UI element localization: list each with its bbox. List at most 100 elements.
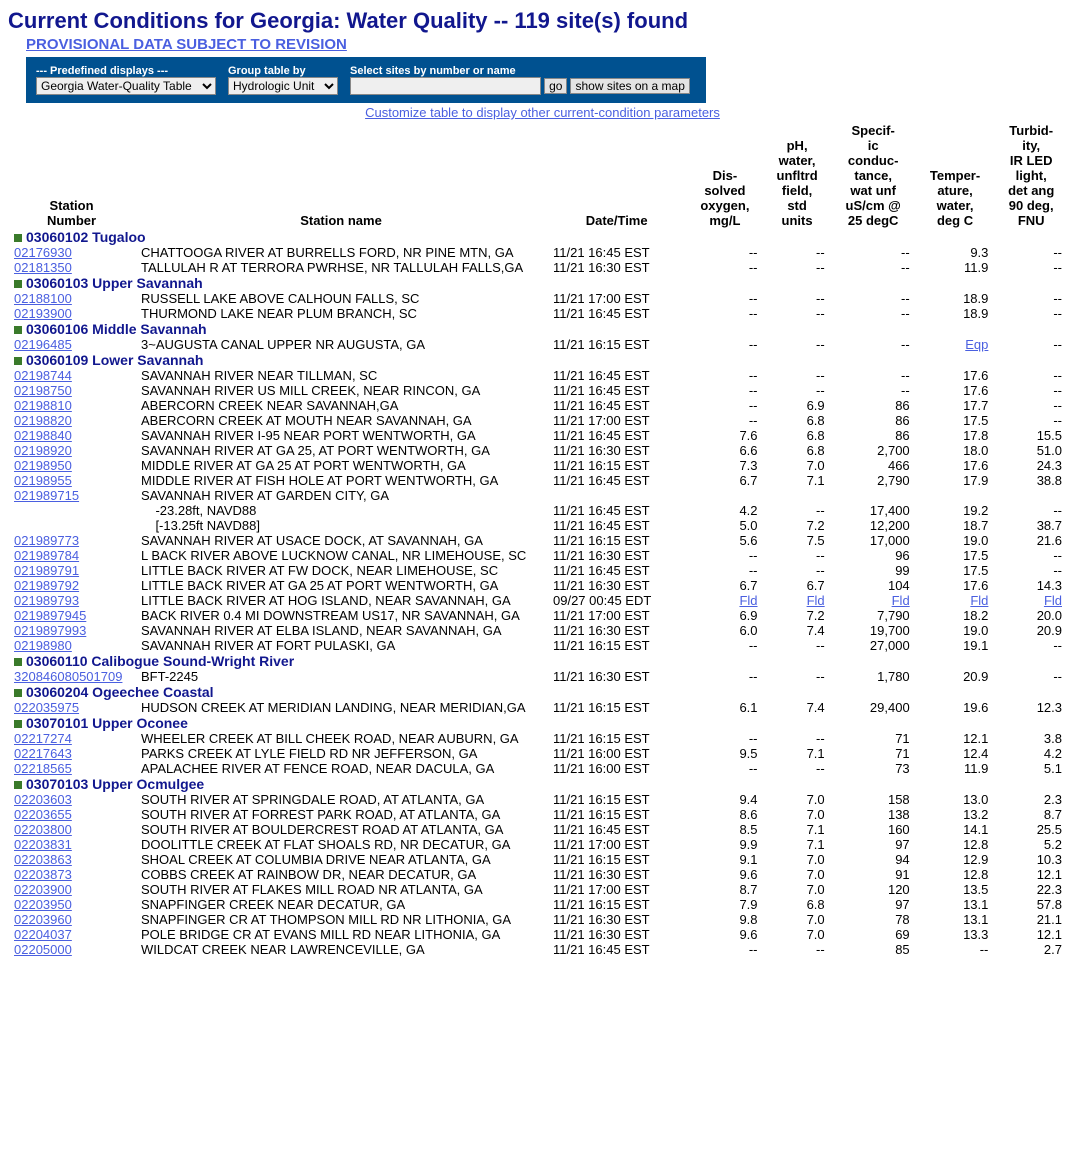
station-link[interactable]: 02217274 (14, 731, 72, 746)
station-name-cell: SAVANNAH RIVER AT USACE DOCK, AT SAVANNA… (135, 533, 547, 548)
station-link[interactable]: 02193900 (14, 306, 72, 321)
station-name-cell: POLE BRIDGE CR AT EVANS MILL RD NEAR LIT… (135, 927, 547, 942)
station-link[interactable]: 02203831 (14, 837, 72, 852)
predef-label: --- Predefined displays --- (36, 65, 168, 77)
value-cell: 7.3 (686, 458, 763, 473)
value-link[interactable]: Fld (892, 593, 910, 608)
value-cell: -- (994, 291, 1068, 306)
group-select[interactable]: Hydrologic Unit (228, 77, 338, 95)
station-link[interactable]: 02205000 (14, 942, 72, 957)
datetime-cell: 11/21 17:00 EST (547, 608, 686, 623)
value-cell: -- (764, 548, 831, 563)
sites-input[interactable] (350, 77, 541, 95)
station-link[interactable]: 02218565 (14, 761, 72, 776)
customize-link[interactable]: Customize table to display other current… (365, 105, 720, 120)
station-link[interactable]: 02188100 (14, 291, 72, 306)
station-link[interactable]: 02198810 (14, 398, 72, 413)
station-link[interactable]: 021989784 (14, 548, 79, 563)
value-link[interactable]: Eqp (965, 337, 988, 352)
station-number-cell: 021989791 (8, 563, 135, 578)
station-link[interactable]: 02203603 (14, 792, 72, 807)
station-link[interactable]: 02204037 (14, 927, 72, 942)
value-cell: -- (764, 260, 831, 275)
map-button[interactable] (570, 78, 689, 94)
station-number-cell: 021989793 (8, 593, 135, 608)
value-cell: -- (764, 368, 831, 383)
station-link[interactable]: 02198950 (14, 458, 72, 473)
station-link[interactable]: 021989715 (14, 488, 79, 503)
value-cell: 138 (831, 807, 916, 822)
value-cell: 18.7 (916, 518, 995, 533)
station-link[interactable]: 021989792 (14, 578, 79, 593)
station-link[interactable]: 02203800 (14, 822, 72, 837)
station-number-cell: 02176930 (8, 245, 135, 260)
value-link[interactable]: Fld (807, 593, 825, 608)
station-number-cell: 02198750 (8, 383, 135, 398)
value-cell: 12.3 (994, 700, 1068, 715)
station-name-cell: SOUTH RIVER AT BOULDERCREST ROAD AT ATLA… (135, 822, 547, 837)
station-link[interactable]: 02203950 (14, 897, 72, 912)
station-number-cell: 02203603 (8, 792, 135, 807)
station-link[interactable]: 02198955 (14, 473, 72, 488)
provisional-link[interactable]: PROVISIONAL DATA SUBJECT TO REVISION (26, 36, 347, 53)
table-row: 02203800 SOUTH RIVER AT BOULDERCREST ROAD… (8, 822, 1068, 837)
station-name-cell: SAVANNAH RIVER AT GARDEN CITY, GA (135, 488, 547, 503)
col-header: Temper- ature, water, deg C (916, 122, 995, 229)
station-link[interactable]: 02198744 (14, 368, 72, 383)
station-link[interactable]: 02217643 (14, 746, 72, 761)
station-link[interactable]: 021989791 (14, 563, 79, 578)
table-row: 021989773 SAVANNAH RIVER AT USACE DOCK, A… (8, 533, 1068, 548)
go-button[interactable] (544, 78, 567, 94)
value-cell: 38.7 (994, 518, 1068, 533)
station-link[interactable]: 0219897993 (14, 623, 86, 638)
table-row: 02203831DOOLITTLE CREEK AT FLAT SHOALS R… (8, 837, 1068, 852)
datetime-cell: 11/21 16:45 EST (547, 942, 686, 957)
value-cell: 466 (831, 458, 916, 473)
station-link[interactable]: 022035975 (14, 700, 79, 715)
value-link[interactable]: Fld (1044, 593, 1062, 608)
datetime-cell: 11/21 16:45 EST (547, 383, 686, 398)
station-link[interactable]: 02203960 (14, 912, 72, 927)
value-cell: 4.2 (994, 746, 1068, 761)
value-cell: 13.1 (916, 912, 995, 927)
station-link[interactable]: 02198750 (14, 383, 72, 398)
station-number-cell: 02198744 (8, 368, 135, 383)
value-link[interactable]: Fld (970, 593, 988, 608)
value-cell: 5.6 (686, 533, 763, 548)
station-link[interactable]: 021989793 (14, 593, 79, 608)
station-link[interactable]: 02196485 (14, 337, 72, 352)
station-link[interactable]: 02203863 (14, 852, 72, 867)
station-link[interactable]: 02198840 (14, 428, 72, 443)
value-cell: 8.7 (686, 882, 763, 897)
value-cell: 97 (831, 897, 916, 912)
station-link[interactable]: 02198820 (14, 413, 72, 428)
col-header: Turbid- ity, IR LED light, det ang 90 de… (994, 122, 1068, 229)
station-name-cell: [-13.25ft NAVD88] (135, 518, 547, 533)
value-cell: 85 (831, 942, 916, 957)
table-row: 021989792LITTLE BACK RIVER AT GA 25 AT P… (8, 578, 1068, 593)
station-link[interactable]: 02181350 (14, 260, 72, 275)
station-link[interactable]: 02203900 (14, 882, 72, 897)
datetime-cell: 11/21 16:00 EST (547, 746, 686, 761)
station-name-cell: ABERCORN CREEK AT MOUTH NEAR SAVANNAH, G… (135, 413, 547, 428)
group-header-cell: 03060106 Middle Savannah (8, 321, 1068, 337)
value-cell: 158 (831, 792, 916, 807)
station-link[interactable]: 02203655 (14, 807, 72, 822)
value-cell: -- (686, 398, 763, 413)
station-number-cell: 02218565 (8, 761, 135, 776)
station-link[interactable]: 02198980 (14, 638, 72, 653)
predef-select[interactable]: Georgia Water-Quality Table (36, 77, 216, 95)
value-cell: -- (764, 337, 831, 352)
station-link[interactable]: 021989773 (14, 533, 79, 548)
group-icon (14, 689, 22, 697)
value-cell: 19.6 (916, 700, 995, 715)
value-cell: 5.0 (686, 518, 763, 533)
value-link[interactable]: Fld (739, 593, 757, 608)
value-cell: 8.5 (686, 822, 763, 837)
station-link[interactable]: 0219897945 (14, 608, 86, 623)
station-link[interactable]: 320846080501709 (14, 669, 122, 684)
station-link[interactable]: 02198920 (14, 443, 72, 458)
station-link[interactable]: 02203873 (14, 867, 72, 882)
station-link[interactable]: 02176930 (14, 245, 72, 260)
value-cell: 7.4 (764, 623, 831, 638)
